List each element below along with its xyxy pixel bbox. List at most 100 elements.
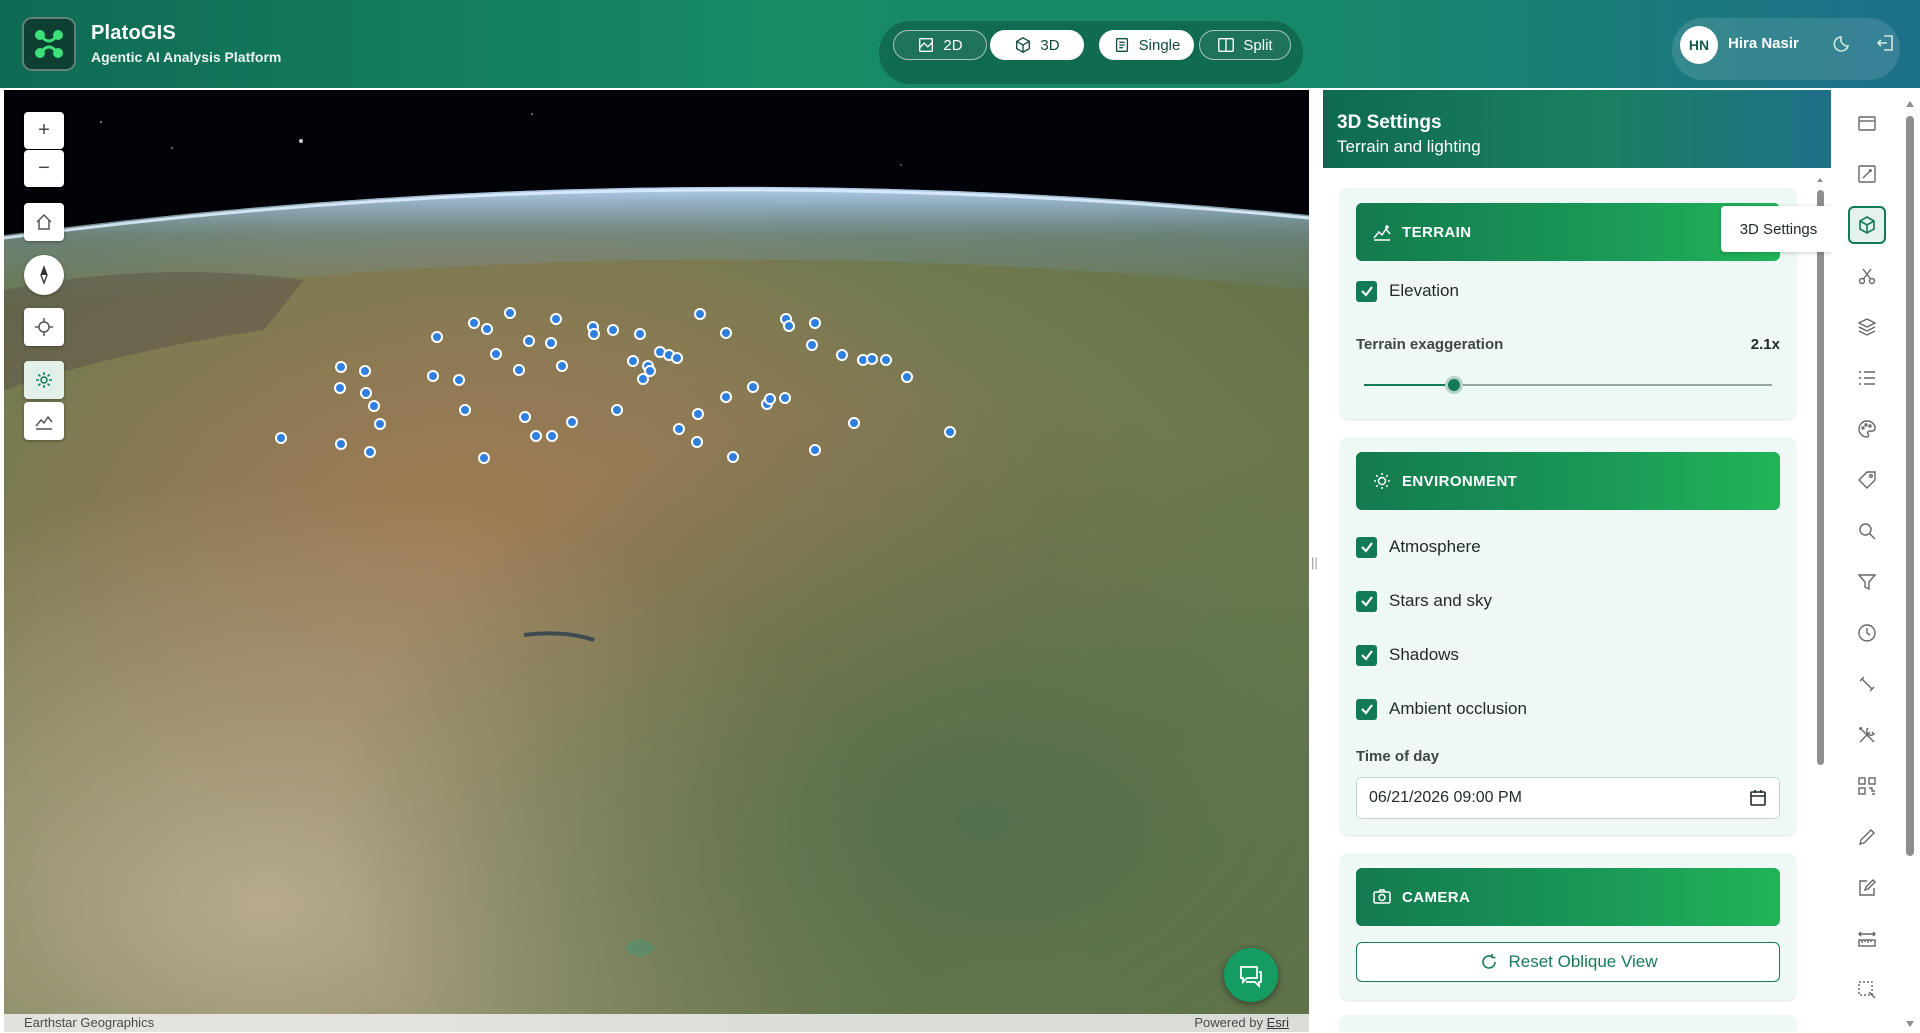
- tool-clip[interactable]: [1848, 257, 1886, 295]
- tool-tools[interactable]: [1848, 716, 1886, 754]
- platogis-logo[interactable]: [22, 17, 76, 71]
- map-feature-marker[interactable]: [275, 432, 287, 444]
- tool-layers[interactable]: [1848, 308, 1886, 346]
- tool-measure[interactable]: [1848, 920, 1886, 958]
- home-button[interactable]: [24, 203, 64, 241]
- map-feature-marker[interactable]: [513, 364, 525, 376]
- map-feature-marker[interactable]: [809, 317, 821, 329]
- map-feature-marker[interactable]: [720, 327, 732, 339]
- map-feature-marker[interactable]: [944, 426, 956, 438]
- map-feature-marker[interactable]: [637, 373, 649, 385]
- map-feature-marker[interactable]: [545, 337, 557, 349]
- tool-qr-grid[interactable]: [1848, 767, 1886, 805]
- map-feature-marker[interactable]: [335, 361, 347, 373]
- chat-assistant-button[interactable]: [1224, 948, 1278, 1002]
- map-feature-marker[interactable]: [523, 335, 535, 347]
- map-feature-marker[interactable]: [519, 411, 531, 423]
- map-feature-marker[interactable]: [691, 436, 703, 448]
- shadows-checkbox[interactable]: [1356, 644, 1377, 666]
- window-scrollbar[interactable]: [1903, 96, 1917, 1028]
- tool-style[interactable]: [1848, 410, 1886, 448]
- map-feature-marker[interactable]: [848, 417, 860, 429]
- terrain-exaggeration-slider[interactable]: [1364, 376, 1772, 394]
- map-feature-marker[interactable]: [611, 404, 623, 416]
- map-feature-marker[interactable]: [364, 446, 376, 458]
- mode-2d-button[interactable]: 2D: [893, 30, 987, 60]
- tool-search[interactable]: [1848, 512, 1886, 550]
- map-feature-marker[interactable]: [806, 339, 818, 351]
- map-feature-marker[interactable]: [453, 374, 465, 386]
- map-feature-marker[interactable]: [901, 371, 913, 383]
- stars-sky-checkbox-row[interactable]: Stars and sky: [1356, 589, 1492, 613]
- shadows-checkbox-row[interactable]: Shadows: [1356, 643, 1459, 667]
- tool-basemap[interactable]: [1848, 104, 1886, 142]
- calendar-icon[interactable]: [1749, 789, 1767, 807]
- map-feature-marker[interactable]: [374, 418, 386, 430]
- map-feature-marker[interactable]: [368, 400, 380, 412]
- map-feature-marker[interactable]: [779, 392, 791, 404]
- ambient-occlusion-checkbox-row[interactable]: Ambient occlusion: [1356, 697, 1527, 721]
- map-feature-marker[interactable]: [836, 349, 848, 361]
- map-feature-marker[interactable]: [427, 370, 439, 382]
- slider-thumb[interactable]: [1445, 376, 1463, 394]
- scroll-up-icon[interactable]: [1905, 100, 1915, 108]
- map-feature-marker[interactable]: [431, 331, 443, 343]
- globe-scene[interactable]: [4, 90, 1309, 1032]
- mode-3d-button[interactable]: 3D: [990, 30, 1084, 60]
- time-of-day-input[interactable]: 06/21/2026 09:00 PM: [1356, 777, 1780, 819]
- map-feature-marker[interactable]: [530, 430, 542, 442]
- tool-draw[interactable]: [1848, 818, 1886, 856]
- map-feature-marker[interactable]: [720, 391, 732, 403]
- zoom-in-button[interactable]: +: [24, 112, 64, 149]
- panel-scrollbar[interactable]: [1816, 176, 1824, 1028]
- map-feature-marker[interactable]: [468, 317, 480, 329]
- panel-scroll-thumb[interactable]: [1817, 190, 1824, 765]
- map-feature-marker[interactable]: [481, 323, 493, 335]
- map-feature-marker[interactable]: [673, 423, 685, 435]
- mode-single-button[interactable]: Single: [1099, 30, 1194, 60]
- map-feature-marker[interactable]: [866, 353, 878, 365]
- map-feature-marker[interactable]: [550, 313, 562, 325]
- tool-edit-note[interactable]: [1848, 869, 1886, 907]
- map-feature-marker[interactable]: [694, 308, 706, 320]
- map-feature-marker[interactable]: [588, 328, 600, 340]
- atmosphere-checkbox-row[interactable]: Atmosphere: [1356, 535, 1481, 559]
- elevation-checkbox-row[interactable]: Elevation: [1356, 279, 1459, 303]
- atmosphere-checkbox[interactable]: [1356, 536, 1377, 558]
- tool-map-edit[interactable]: [1848, 155, 1886, 193]
- user-name[interactable]: Hira Nasir: [1728, 35, 1799, 52]
- environment-section-header[interactable]: ENVIRONMENT: [1356, 452, 1780, 510]
- map-feature-marker[interactable]: [334, 382, 346, 394]
- terrain-section-header[interactable]: TERRAIN: [1356, 203, 1780, 261]
- map-feature-marker[interactable]: [556, 360, 568, 372]
- map-feature-marker[interactable]: [504, 307, 516, 319]
- compass-button[interactable]: [24, 255, 64, 295]
- map-feature-marker[interactable]: [627, 355, 639, 367]
- map-feature-marker[interactable]: [566, 416, 578, 428]
- esri-link[interactable]: Esri: [1267, 1015, 1289, 1030]
- window-scroll-thumb[interactable]: [1906, 116, 1914, 856]
- map-feature-marker[interactable]: [634, 328, 646, 340]
- map-feature-marker[interactable]: [727, 451, 739, 463]
- map-feature-marker[interactable]: [490, 348, 502, 360]
- settings-button[interactable]: [24, 361, 64, 399]
- mode-split-button[interactable]: Split: [1199, 30, 1291, 60]
- tool-filter[interactable]: [1848, 563, 1886, 601]
- locate-button[interactable]: [24, 308, 64, 346]
- tool-label[interactable]: [1848, 461, 1886, 499]
- map-feature-marker[interactable]: [360, 387, 372, 399]
- logout-icon[interactable]: [1875, 32, 1897, 54]
- map-feature-marker[interactable]: [546, 430, 558, 442]
- tool-history[interactable]: [1848, 614, 1886, 652]
- tool-pin[interactable]: [1848, 665, 1886, 703]
- map-feature-marker[interactable]: [671, 352, 683, 364]
- map-feature-marker[interactable]: [478, 452, 490, 464]
- scroll-up-icon[interactable]: [1816, 176, 1824, 184]
- avatar[interactable]: HN: [1680, 26, 1718, 64]
- map-feature-marker[interactable]: [359, 365, 371, 377]
- map-feature-marker[interactable]: [747, 381, 759, 393]
- elevation-checkbox[interactable]: [1356, 280, 1377, 302]
- scroll-down-icon[interactable]: [1905, 1020, 1915, 1028]
- dark-mode-moon-icon[interactable]: [1833, 32, 1855, 54]
- map-feature-marker[interactable]: [459, 404, 471, 416]
